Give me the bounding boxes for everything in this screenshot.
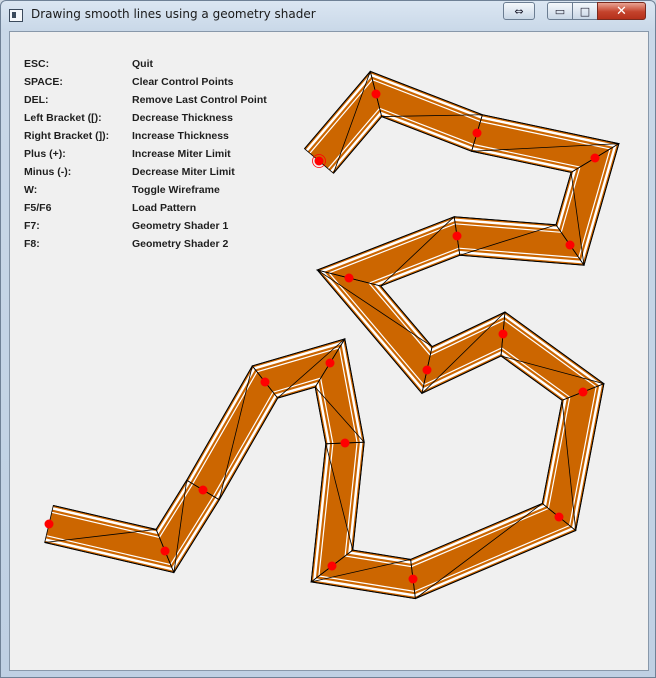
help-key: Plus (+): xyxy=(24,148,66,160)
help-description: Quit xyxy=(132,58,153,70)
control-point[interactable] xyxy=(565,240,575,250)
help-description: Decrease Thickness xyxy=(132,112,233,124)
help-description: Remove Last Control Point xyxy=(132,94,267,106)
minimize-button[interactable]: ▭ xyxy=(547,2,573,20)
control-point[interactable] xyxy=(160,546,170,556)
maximize-button[interactable]: □ xyxy=(572,2,598,20)
control-point[interactable] xyxy=(327,561,337,571)
app-window: Drawing smooth lines using a geometry sh… xyxy=(0,0,656,678)
help-key: ESC: xyxy=(24,58,50,70)
control-point[interactable] xyxy=(472,128,482,138)
help-key: F7: xyxy=(24,220,40,232)
help-description: Increase Thickness xyxy=(132,130,229,142)
close-button[interactable]: ✕ xyxy=(597,2,646,20)
line-drawing-canvas[interactable] xyxy=(10,32,648,670)
control-point[interactable] xyxy=(578,387,588,397)
help-key: SPACE: xyxy=(24,76,63,88)
control-point[interactable] xyxy=(314,156,324,166)
help-description: Clear Control Points xyxy=(132,76,234,88)
help-key: Left Bracket ([): xyxy=(24,112,102,124)
help-description: Geometry Shader 1 xyxy=(132,220,229,232)
control-point[interactable] xyxy=(260,377,270,387)
help-description: Increase Miter Limit xyxy=(132,148,231,160)
control-point[interactable] xyxy=(325,358,335,368)
help-key: Minus (-): xyxy=(24,166,72,178)
control-point[interactable] xyxy=(408,574,418,584)
control-point[interactable] xyxy=(554,512,564,522)
help-key: W: xyxy=(24,184,38,196)
control-point[interactable] xyxy=(340,438,350,448)
control-point[interactable] xyxy=(590,153,600,163)
help-key: DEL: xyxy=(24,94,49,106)
help-description: Geometry Shader 2 xyxy=(132,238,229,250)
help-key: Right Bracket (]): xyxy=(24,130,110,142)
help-description: Decrease Miter Limit xyxy=(132,166,235,178)
control-point[interactable] xyxy=(344,273,354,283)
swap-icon-button[interactable]: ⇔ xyxy=(503,2,535,20)
control-point[interactable] xyxy=(44,519,54,529)
control-point[interactable] xyxy=(198,485,208,495)
render-canvas-area[interactable]: ESC: Quit SPACE: Clear Control Points DEL: Re… xyxy=(9,31,649,671)
window-title: Drawing smooth lines using a geometry sh… xyxy=(31,7,316,21)
title-bar[interactable]: Drawing smooth lines using a geometry sh… xyxy=(1,1,655,31)
control-point[interactable] xyxy=(422,365,432,375)
help-key: F8: xyxy=(24,238,40,250)
help-description: Toggle Wireframe xyxy=(132,184,220,196)
help-description: Load Pattern xyxy=(132,202,197,214)
control-point[interactable] xyxy=(452,231,462,241)
control-point[interactable] xyxy=(498,329,508,339)
help-key: F5/F6 xyxy=(24,202,52,214)
window-icon[interactable] xyxy=(9,9,23,22)
control-point[interactable] xyxy=(371,89,381,99)
